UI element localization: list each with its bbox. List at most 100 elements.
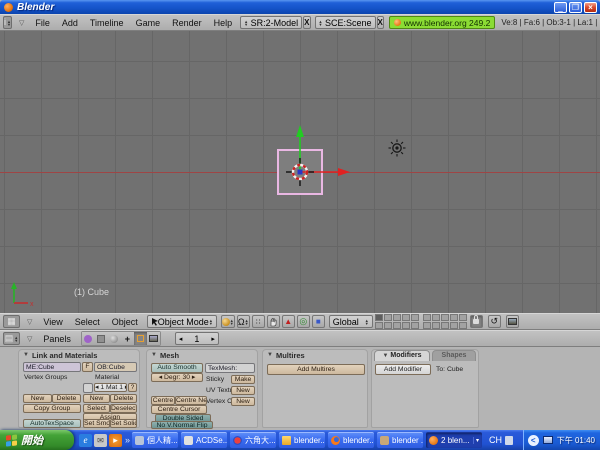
viewport-type-icon[interactable]: ▦ [3,315,20,328]
centre-button[interactable]: Centre [151,396,175,405]
collapse-triangle-icon[interactable]: ▼ [151,352,157,358]
menu-select[interactable]: Select [75,317,100,327]
collapse-triangle-icon[interactable]: ▼ [267,352,273,358]
menu-file[interactable]: File [35,18,50,28]
render-preview-icon[interactable] [505,315,519,328]
media-player-icon[interactable]: ▸ [109,433,122,447]
menu-render[interactable]: Render [172,18,202,28]
material-index-stepper[interactable]: ◂ 1 Mat 1 ▸ [94,383,127,392]
centre-new-button[interactable]: Centre New [175,396,207,405]
proportional-snap-icon[interactable]: ↺ [487,315,501,328]
network-monitor-icon[interactable] [542,436,553,444]
taskbar-task-1[interactable]: 個人精... [132,432,179,448]
fake-user-button[interactable]: F [82,362,93,372]
manipulator-translate-icon[interactable]: ▲ [281,315,295,328]
mail-icon[interactable]: ✉ [94,433,107,447]
material-delete-button[interactable]: Delete [110,394,137,403]
set-smooth-button[interactable]: Set Smooth [83,419,110,428]
header-collapse-icon[interactable]: ▽ [27,335,32,343]
start-button[interactable]: 開始 [0,430,74,450]
auto-smooth-toggle[interactable]: Auto Smooth [151,363,203,373]
panels-label[interactable]: Panels [43,334,71,344]
manipulator-widget-icon[interactable]: ∷ [251,315,265,328]
mode-dropdown[interactable]: Object Mode ▲ ▼ [146,315,217,328]
version-badge[interactable]: www.blender.org 249.2 [388,16,496,29]
manipulator-rotate-icon[interactable]: ◎ [296,315,310,328]
ie-icon[interactable]: e [79,433,92,447]
vgroup-new-button[interactable]: New [23,394,52,403]
quick-launch-more-icon[interactable]: » [125,435,130,445]
material-help-button[interactable]: ? [128,383,137,392]
add-multires-button[interactable]: Add Multires [267,364,365,375]
language-indicator[interactable]: CH [489,435,502,445]
panel-header[interactable]: ▼ Multires [263,350,367,360]
no-vnormal-flip-toggle[interactable]: No V.Normal Flip [151,421,213,429]
window-type-icon[interactable]: i ▲ ▼ [3,16,12,29]
vcol-new-button[interactable]: New [231,397,255,406]
menu-game[interactable]: Game [136,18,161,28]
restore-button[interactable]: ❐ [569,1,582,13]
menu-help[interactable]: Help [214,18,233,28]
scene-close-button[interactable]: X [376,16,384,29]
frame-next-icon[interactable]: ▸ [211,335,215,343]
header-collapse-icon[interactable]: ▽ [19,19,24,27]
editing-context-icon[interactable] [133,332,147,345]
centre-cursor-button[interactable]: Centre Cursor [151,405,207,414]
orientation-dropdown[interactable]: Global ▲ ▼ [328,315,373,328]
collapse-triangle-icon[interactable]: ▼ [23,352,29,358]
screen-selector[interactable]: ▲ ▼ SR:2-Model [240,16,303,29]
lock-icon[interactable] [469,315,483,328]
draw-type-icon[interactable]: ▲ ▼ [220,315,235,328]
taskbar-task-4[interactable]: blender... [279,432,326,448]
menu-add[interactable]: Add [62,18,78,28]
frame-number-field[interactable]: ◂ 1 ▸ [174,332,219,345]
lamp-object[interactable] [387,138,407,158]
header-collapse-icon[interactable]: ▽ [27,318,32,326]
taskbar-task-blender-group[interactable]: 2 blen... ▾ [426,432,483,448]
panel-header[interactable]: ▼ Mesh [147,350,257,360]
object-context-icon[interactable]: + [120,332,134,345]
script-context-icon[interactable] [94,332,108,345]
window-titlebar[interactable]: Blender _ ❐ × [0,0,600,14]
layer-buttons-left[interactable] [374,314,419,329]
texmesh-field[interactable]: TexMesh: [205,363,255,373]
add-modifier-dropdown[interactable]: Add Modifier [375,364,431,375]
manipulator-scale-icon[interactable]: ■ [311,315,325,328]
tray-collapse-icon[interactable]: < [527,434,539,446]
frame-prev-icon[interactable]: ◂ [179,335,183,343]
degr-stepper[interactable]: ◂ Degr: 30 ▸ [151,373,203,382]
minimize-button[interactable]: _ [554,1,567,13]
tab-shapes[interactable]: Shapes [432,350,476,361]
manipulator-hand-icon[interactable] [266,315,280,328]
copy-group-button[interactable]: Copy Group [23,404,81,413]
panel-header[interactable]: ▼ Link and Materials [19,350,139,360]
taskbar-task-3[interactable]: 六角大... [230,432,277,448]
logic-context-icon[interactable] [81,332,95,345]
vgroup-delete-button[interactable]: Delete [52,394,81,403]
screen-close-button[interactable]: X [303,16,311,29]
scene-selector[interactable]: ▲ ▼ SCE:Scene [314,16,376,29]
buttons-window-type-icon[interactable]: ▤ ▲ ▼ [3,332,20,345]
tab-modifiers[interactable]: ▼ Modifiers [374,350,430,361]
material-new-button[interactable]: New [83,394,110,403]
close-button[interactable]: × [584,1,597,13]
pivot-point-icon[interactable]: Ω ▲ ▼ [236,315,250,328]
deselect-button[interactable]: Deselect [110,404,137,413]
taskbar-task-5[interactable]: blender... [328,432,375,448]
layer-buttons-right[interactable] [422,314,467,329]
mesh-name-field[interactable]: ME:Cube [23,362,81,372]
menu-view[interactable]: View [43,317,62,327]
object-name-field[interactable]: OB:Cube [94,362,137,372]
group-expand-icon[interactable]: ▾ [473,437,479,444]
scene-context-icon[interactable] [146,332,160,345]
collapse-triangle-icon[interactable]: ▼ [382,353,388,359]
viewport-3d[interactable]: x (1) Cube [0,31,600,313]
taskbar-task-2[interactable]: ACDSe... [181,432,228,448]
taskbar-task-6[interactable]: blender ... [377,432,424,448]
autotexspace-toggle[interactable]: AutoTexSpace [23,419,81,428]
menu-object[interactable]: Object [112,317,138,327]
uv-new-button[interactable]: New [231,386,255,395]
sticky-make-button[interactable]: Make [231,375,255,384]
select-button[interactable]: Select [83,404,110,413]
material-color-swatch[interactable] [83,383,93,393]
